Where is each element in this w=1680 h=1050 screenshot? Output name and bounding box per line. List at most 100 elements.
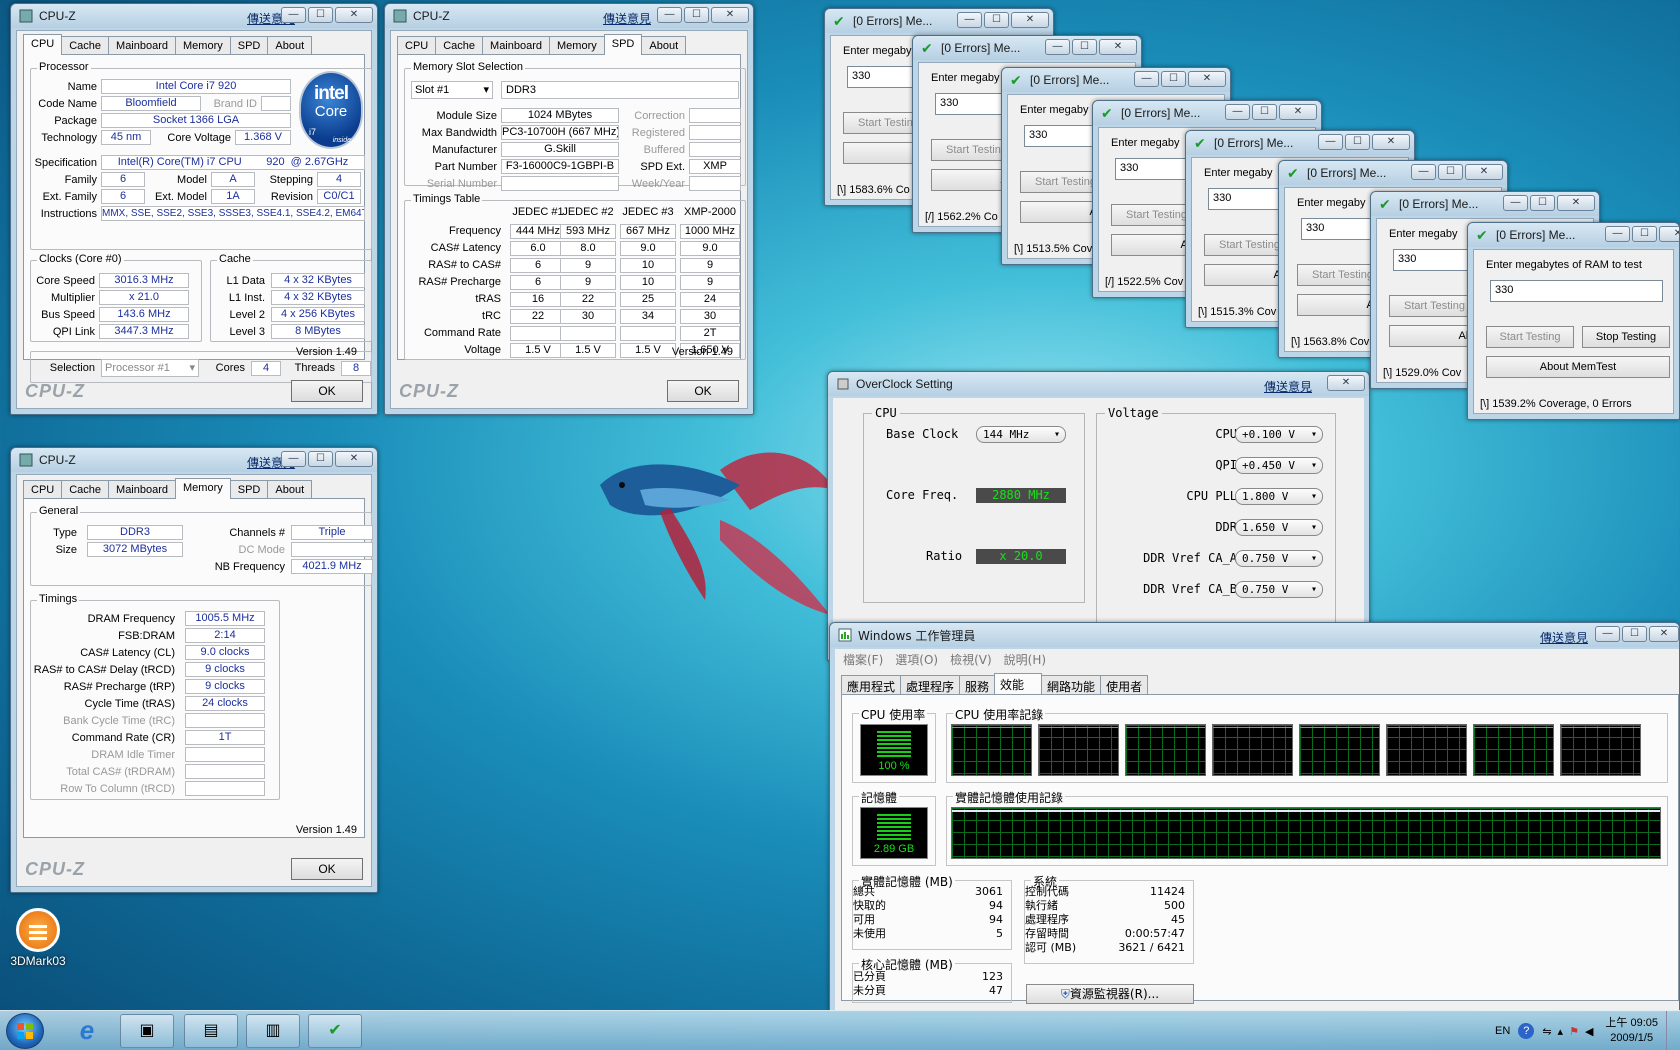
minimize-button[interactable]: — [1411,164,1436,180]
maximize-button[interactable]: ☐ [1530,195,1555,211]
overclock-window[interactable]: OverClock Setting 傳送意見 ✕ CPU Base Clock … [827,371,1370,661]
cpuz-memory-window[interactable]: CPU-Z 傳送意見 — ☐ ✕ CPU Cache Mainboard Memor… [10,447,378,893]
stop-testing-button[interactable]: Stop Testing [1582,326,1670,348]
close-button[interactable]: ✕ [1659,226,1679,242]
taskbar-ie-button[interactable]: e [60,1014,114,1048]
show-desktop-button[interactable] [1666,1011,1680,1050]
maximize-button[interactable]: ☐ [308,451,333,467]
start-testing-button[interactable]: Start Testing [1486,326,1574,348]
volume-icon[interactable]: ◀ [1585,1025,1593,1038]
minimize-button[interactable]: — [1605,226,1630,242]
maximize-button[interactable]: ☐ [308,7,333,23]
close-button[interactable]: ✕ [1279,104,1317,120]
cpuz-cpu-window[interactable]: CPU-Z 傳送意見 — ☐ ✕ CPU Cache Mainboard Memor… [10,3,378,415]
tab-cache[interactable]: Cache [61,36,110,55]
menu-file[interactable]: 檔案(F) [843,651,883,668]
network-icon[interactable]: ⇋ [1542,1025,1551,1038]
tab-memory[interactable]: Memory [175,36,231,55]
flag-icon[interactable]: ⚑ [1569,1025,1579,1038]
voltage-select[interactable]: 1.650 V [1235,519,1323,536]
menu-view[interactable]: 檢視(V) [950,651,992,668]
close-button[interactable]: ✕ [1372,134,1410,150]
taskbar-cpuz-button[interactable]: ▣ [120,1014,174,1048]
tab-cache[interactable]: Cache [61,480,110,499]
close-button[interactable]: ✕ [1649,626,1679,642]
help-icon[interactable]: ? [1518,1023,1535,1039]
menu-help[interactable]: 說明(H) [1004,651,1046,668]
maximize-button[interactable]: ☐ [1622,626,1647,642]
send-feedback-link[interactable]: 傳送意見 [1540,629,1588,646]
tab-mainboard[interactable]: Mainboard [482,36,551,55]
tab-about[interactable]: About [267,480,313,499]
tab-about[interactable]: About [641,36,687,55]
maximize-button[interactable]: ☐ [984,12,1009,28]
minimize-button[interactable]: — [1045,39,1070,55]
tab-services[interactable]: 服務 [959,675,996,694]
ok-button[interactable]: OK [291,380,363,402]
taskbar-taskmgr-button[interactable]: ▥ [246,1014,300,1048]
minimize-button[interactable]: — [281,451,306,467]
send-feedback-link[interactable]: 傳送意見 [1264,378,1312,395]
tab-networking[interactable]: 網路功能 [1041,675,1102,694]
close-button[interactable]: ✕ [335,7,373,23]
voltage-select[interactable]: 0.750 V [1235,581,1323,598]
task-manager-window[interactable]: Windows 工作管理員 傳送意見 — ☐ ✕ 檔案(F) 選項(O) 檢視(V)… [829,622,1680,1012]
minimize-button[interactable]: — [1595,626,1620,642]
taskbar-window-button[interactable]: ▤ [184,1014,238,1048]
menu-options[interactable]: 選項(O) [895,651,938,668]
voltage-select[interactable]: +0.450 V [1235,457,1323,474]
close-button[interactable]: ✕ [1188,71,1226,87]
minimize-button[interactable]: — [657,7,682,23]
close-button[interactable]: ✕ [1327,375,1365,391]
ok-button[interactable]: OK [667,380,739,402]
tab-memory[interactable]: Memory [549,36,605,55]
tab-mainboard[interactable]: Mainboard [108,36,177,55]
close-button[interactable]: ✕ [1099,39,1137,55]
about-memtest-button[interactable]: About MemTest [1486,356,1670,378]
tab-performance[interactable]: 效能 [994,673,1043,694]
ok-button[interactable]: OK [291,858,363,880]
desktop-icon-3dmark03[interactable]: 3DMark03 [8,908,68,968]
ram-megabytes-input[interactable]: 330 [1490,280,1663,302]
tab-applications[interactable]: 應用程式 [841,675,902,694]
memtest-window[interactable]: ✔ [0 Errors] Me... —☐✕ Enter megabytes of R… [1467,222,1680,420]
cpuz-spd-window[interactable]: CPU-Z 傳送意見 — ☐ ✕ CPU Cache Mainboard Memor… [384,3,754,415]
tab-spd[interactable]: SPD [603,34,643,55]
slot-select[interactable]: Slot #1 ▾ [411,81,493,99]
maximize-button[interactable]: ☐ [1632,226,1657,242]
maximize-button[interactable]: ☐ [1438,164,1463,180]
tab-users[interactable]: 使用者 [1100,675,1149,694]
taskbar-memtest-button[interactable]: ✔ [308,1014,362,1048]
tab-about[interactable]: About [267,36,313,55]
maximize-button[interactable]: ☐ [1161,71,1186,87]
maximize-button[interactable]: ☐ [1252,104,1277,120]
clock[interactable]: 上午 09:05 2009/1/5 [1605,1016,1658,1046]
minimize-button[interactable]: — [957,12,982,28]
minimize-button[interactable]: — [1503,195,1528,211]
tab-cpu[interactable]: CPU [397,36,437,55]
maximize-button[interactable]: ☐ [1072,39,1097,55]
close-button[interactable]: ✕ [1011,12,1049,28]
maximize-button[interactable]: ☐ [1345,134,1370,150]
voltage-select[interactable]: 1.800 V [1235,488,1323,505]
language-indicator[interactable]: EN [1495,1025,1510,1037]
minimize-button[interactable]: — [1134,71,1159,87]
tab-cache[interactable]: Cache [435,36,484,55]
tab-processes[interactable]: 處理程序 [900,675,961,694]
close-button[interactable]: ✕ [1465,164,1503,180]
tab-mainboard[interactable]: Mainboard [108,480,177,499]
base-clock-select[interactable]: 144 MHz [976,426,1066,443]
close-button[interactable]: ✕ [335,451,373,467]
tab-spd[interactable]: SPD [229,36,269,55]
maximize-button[interactable]: ☐ [684,7,709,23]
tab-cpu[interactable]: CPU [23,34,63,55]
close-button[interactable]: ✕ [711,7,749,23]
close-button[interactable]: ✕ [1557,195,1595,211]
tab-spd[interactable]: SPD [229,480,269,499]
minimize-button[interactable]: — [1225,104,1250,120]
voltage-select[interactable]: 0.750 V [1235,550,1323,567]
minimize-button[interactable]: — [1318,134,1343,150]
start-button[interactable] [6,1013,44,1049]
tab-memory[interactable]: Memory [175,478,231,499]
minimize-button[interactable]: — [281,7,306,23]
